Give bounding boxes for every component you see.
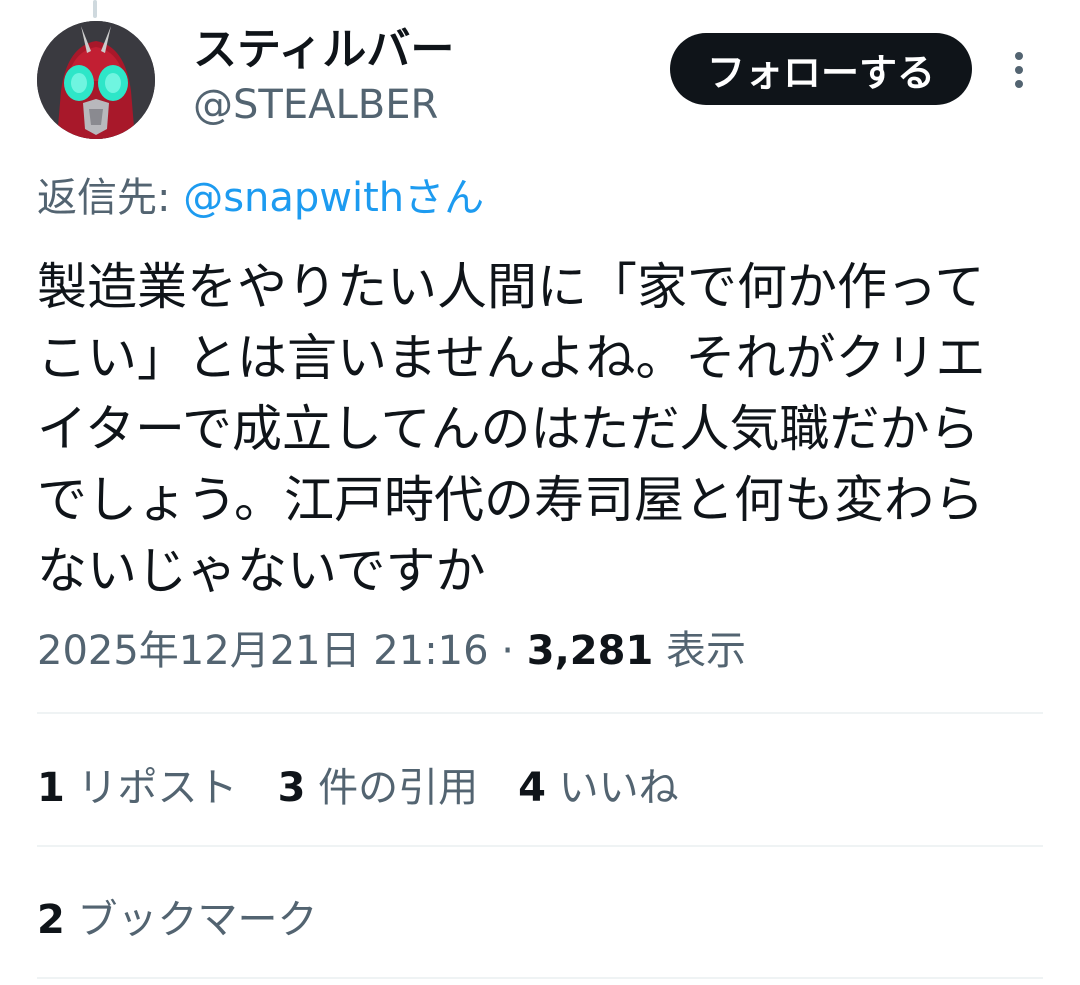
bookmarks-count: 2 xyxy=(37,897,65,943)
avatar[interactable] xyxy=(37,21,155,139)
tweet-meta: 2025年12月21日 21:16 · 3,281 表示 xyxy=(37,623,746,679)
follow-button[interactable]: フォローする xyxy=(670,33,972,105)
reposts-count: 1 xyxy=(37,765,65,811)
likes-label: いいね xyxy=(545,765,679,811)
author-display-name[interactable]: スティルバー xyxy=(193,24,454,76)
engagement-stats: 1 リポスト 3 件の引用 4 いいね xyxy=(37,752,719,816)
bookmarks-stat[interactable]: 2 ブックマーク xyxy=(37,887,318,945)
thread-connector-line xyxy=(93,0,97,18)
reposts-stat[interactable]: 1 リポスト xyxy=(37,755,238,813)
divider xyxy=(37,845,1043,847)
more-vertical-icon[interactable] xyxy=(1004,46,1034,94)
divider xyxy=(37,712,1043,714)
divider xyxy=(37,977,1043,979)
reply-to-line: 返信先: @snapwithさん xyxy=(37,172,484,224)
likes-stat[interactable]: 4 いいね xyxy=(518,755,679,813)
quotes-count: 3 xyxy=(277,765,306,811)
bookmarks-label: ブックマーク xyxy=(64,897,318,943)
tweet-text-line: 製造業をやりたい人間に「家で何か作って xyxy=(37,258,985,316)
tweet-text-line: こい」とは言いませんよね。それがクリエ xyxy=(37,329,986,387)
likes-count: 4 xyxy=(518,765,546,811)
reply-to-prefix: 返信先: xyxy=(37,175,184,221)
reposts-label: リポスト xyxy=(64,765,238,811)
bookmarks-stat-row: 2 ブックマーク xyxy=(37,884,358,948)
tweet-text-line: でしょう。江戸時代の寿司屋と何も変わら xyxy=(37,471,984,529)
meta-separator: · xyxy=(488,628,527,674)
quotes-stat[interactable]: 3 件の引用 xyxy=(278,755,479,813)
tweet-text-line: イターで成立してんのはただ人気職だから xyxy=(37,400,980,458)
views-count: 3,281 xyxy=(526,628,654,674)
tweet-text: 製造業をやりたい人間に「家で何か作って こい」とは言いませんよね。それがクリエ … xyxy=(37,252,1037,607)
tweet-text-line: ないじゃないですか xyxy=(37,542,486,600)
author-handle[interactable]: @STEALBER xyxy=(193,80,438,130)
quotes-label: 件の引用 xyxy=(305,765,479,811)
tweet-timestamp[interactable]: 2025年12月21日 21:16 xyxy=(37,628,489,674)
views-label: 表示 xyxy=(653,628,746,674)
reply-mention-link[interactable]: @snapwithさん xyxy=(183,175,484,221)
masked-hero-avatar-icon xyxy=(37,21,155,139)
